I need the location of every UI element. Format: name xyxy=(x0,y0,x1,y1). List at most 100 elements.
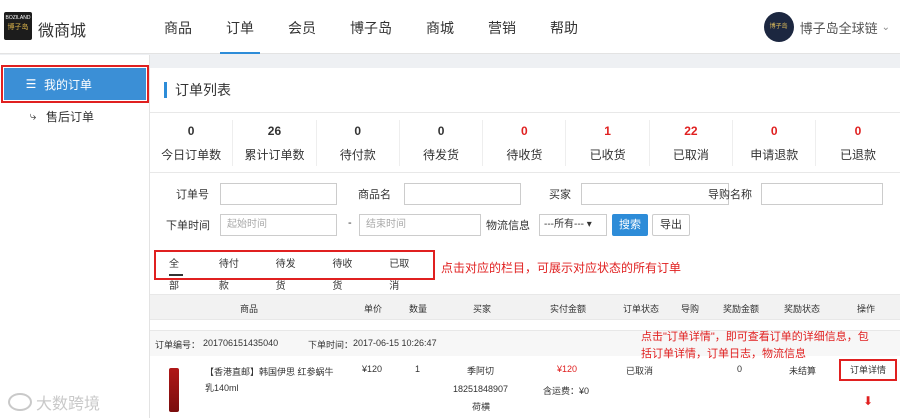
avatar[interactable]: 博子岛 xyxy=(763,12,794,42)
col-guide: 导购 xyxy=(681,304,700,314)
tab-cancelled[interactable]: 已取消 xyxy=(389,254,410,292)
watermark-text: 大数跨境 xyxy=(36,396,101,413)
col-reward-amount: 奖励金额 xyxy=(723,304,760,314)
detail-annotation-line2: 括订单详情，订单日志，物流信息 xyxy=(641,348,806,360)
col-product: 商品 xyxy=(240,304,259,314)
col-status: 订单状态 xyxy=(623,304,660,314)
order-no-label: 订单号 xyxy=(176,189,209,201)
order-no-label: 订单编号： xyxy=(155,340,201,350)
stat-value: 0 xyxy=(187,124,195,138)
shipping-fee: 含运费：¥0 xyxy=(543,386,590,396)
nav-item-marketing[interactable]: 营销 xyxy=(474,0,530,54)
stat-label: 待发货 xyxy=(423,148,460,162)
top-navbar: BOZILAND 博子岛 微商城 商品 订单 会员 博子岛 商城 营销 帮助 博… xyxy=(0,0,900,54)
stat-label: 待收货 xyxy=(506,148,543,162)
stat-value: 0 xyxy=(437,124,445,138)
col-paid: 实付金额 xyxy=(550,304,587,314)
stat-refunded[interactable]: 0 已退款 xyxy=(816,120,899,166)
brand-logo[interactable]: BOZILAND 博子岛 xyxy=(4,12,32,40)
sidebar: ☰ 我的订单 ⤷ 售后订单 xyxy=(0,55,150,418)
buyer-input[interactable] xyxy=(581,183,729,205)
stat-label: 已取消 xyxy=(672,148,709,162)
nav-item-products[interactable]: 商品 xyxy=(150,0,206,54)
logistics-select-value: ---所有--- xyxy=(544,219,584,230)
product-name-input[interactable] xyxy=(404,183,521,205)
range-separator: - xyxy=(348,217,352,229)
chevron-down-icon[interactable]: ⌄ xyxy=(882,22,890,33)
logistics-select[interactable]: ---所有--- ▾ xyxy=(539,214,607,236)
stat-label: 今日订单数 xyxy=(161,148,222,162)
sidebar-item-after-sales[interactable]: ⤷ 售后订单 xyxy=(0,100,149,132)
nav-item-mall[interactable]: 商城 xyxy=(412,0,468,54)
stat-value: 22 xyxy=(684,124,698,138)
page-title: 订单列表 xyxy=(164,82,231,98)
stat-label: 申请退款 xyxy=(750,148,799,162)
col-action: 操作 xyxy=(857,304,876,314)
end-time-input[interactable]: 结束时间 xyxy=(359,214,481,236)
col-reward-status: 奖励状态 xyxy=(784,304,821,314)
stat-label: 已退款 xyxy=(840,148,877,162)
order-time-label: 下单时间： xyxy=(308,340,354,350)
col-buyer: 买家 xyxy=(473,304,492,314)
stat-value: 0 xyxy=(354,124,362,138)
stat-value: 0 xyxy=(520,124,528,138)
brand-name[interactable]: 微商城 xyxy=(38,17,86,41)
search-button[interactable]: 搜索 xyxy=(612,214,648,236)
product-name-label: 商品名 xyxy=(358,189,391,201)
watermark: 大数跨境 xyxy=(8,390,100,414)
status-tabs: 全部 待付款 待发货 待收货 已取消 xyxy=(154,250,435,292)
stat-received[interactable]: 1 已收货 xyxy=(566,120,650,166)
table-header: 商品 单价 数量 买家 实付金额 订单状态 导购 奖励金额 奖励状态 操作 xyxy=(150,294,900,320)
col-price: 单价 xyxy=(364,304,383,314)
nav-item-boziland[interactable]: 博子岛 xyxy=(336,0,406,54)
stat-today-orders[interactable]: 0 今日订单数 xyxy=(150,120,234,166)
user-menu[interactable]: 博子岛 博子岛全球链 ⌄ xyxy=(763,12,890,42)
product-image[interactable] xyxy=(169,368,179,412)
logistics-label: 物流信息 xyxy=(486,220,530,232)
order-no-input[interactable] xyxy=(220,183,337,205)
stat-label: 累计订单数 xyxy=(244,148,305,162)
order-time-label: 下单时间 xyxy=(166,220,210,232)
main-nav: 商品 订单 会员 博子岛 商城 营销 帮助 xyxy=(150,0,598,54)
stat-value: 1 xyxy=(604,124,611,138)
list-icon: ☰ xyxy=(25,77,37,91)
nav-item-help[interactable]: 帮助 xyxy=(536,0,592,54)
stat-label: 待付款 xyxy=(339,148,376,162)
buyer-extra: 荷横 xyxy=(472,402,491,412)
product-name-line1[interactable]: 【香港直邮】韩国伊思 红参蜗牛 xyxy=(205,365,334,378)
start-time-input[interactable]: 起始时间 xyxy=(220,214,337,236)
sidebar-item-my-orders[interactable]: ☰ 我的订单 xyxy=(1,65,149,103)
export-button[interactable]: 导出 xyxy=(652,214,690,236)
tab-pending-payment[interactable]: 待付款 xyxy=(219,254,240,292)
tab-pending-receipt[interactable]: 待收货 xyxy=(332,254,353,292)
stat-total-orders[interactable]: 26 累计订单数 xyxy=(233,120,317,166)
divider xyxy=(150,172,900,173)
user-name[interactable]: 博子岛全球链 xyxy=(800,18,878,37)
tab-all[interactable]: 全部 xyxy=(169,254,183,292)
stat-cancelled[interactable]: 22 已取消 xyxy=(650,120,734,166)
stat-pending-payment[interactable]: 0 待付款 xyxy=(317,120,400,166)
nav-item-orders[interactable]: 订单 xyxy=(212,0,268,54)
tab-pending-shipment[interactable]: 待发货 xyxy=(276,254,297,292)
detail-annotation-line1: 点击"订单详情"，即可查看订单的详细信息，包 xyxy=(641,331,869,343)
buyer-name: 季阿切 xyxy=(467,366,495,376)
sidebar-item-label: 售后订单 xyxy=(46,109,95,124)
reward-status: 未结算 xyxy=(789,366,817,376)
caret-down-icon: ▾ xyxy=(586,219,592,230)
stat-refund-requested[interactable]: 0 申请退款 xyxy=(733,120,817,166)
order-stats: 0 今日订单数 26 累计订单数 0 待付款 0 待发货 0 待收货 1 已收货 22 已取消… xyxy=(150,120,900,166)
buyer-phone: 18251848907 xyxy=(453,384,509,394)
buyer-label: 买家 xyxy=(549,189,571,201)
order-no: 201706151435040 xyxy=(203,338,279,348)
guide-name-input[interactable] xyxy=(761,183,883,205)
quantity: 1 xyxy=(415,364,421,374)
bolt-icon: ⤷ xyxy=(29,108,37,123)
guide-name-label: 导购名称 xyxy=(708,189,752,201)
nav-item-members[interactable]: 会员 xyxy=(274,0,330,54)
product-name-line2[interactable]: 乳140ml xyxy=(205,381,239,394)
stat-pending-shipment[interactable]: 0 待发货 xyxy=(400,120,484,166)
unit-price: ¥120 xyxy=(362,364,383,374)
stat-pending-receipt[interactable]: 0 待收货 xyxy=(483,120,567,166)
arrow-down-icon: ⬇ xyxy=(863,394,874,408)
order-detail-button[interactable]: 订单详情 xyxy=(839,359,897,381)
